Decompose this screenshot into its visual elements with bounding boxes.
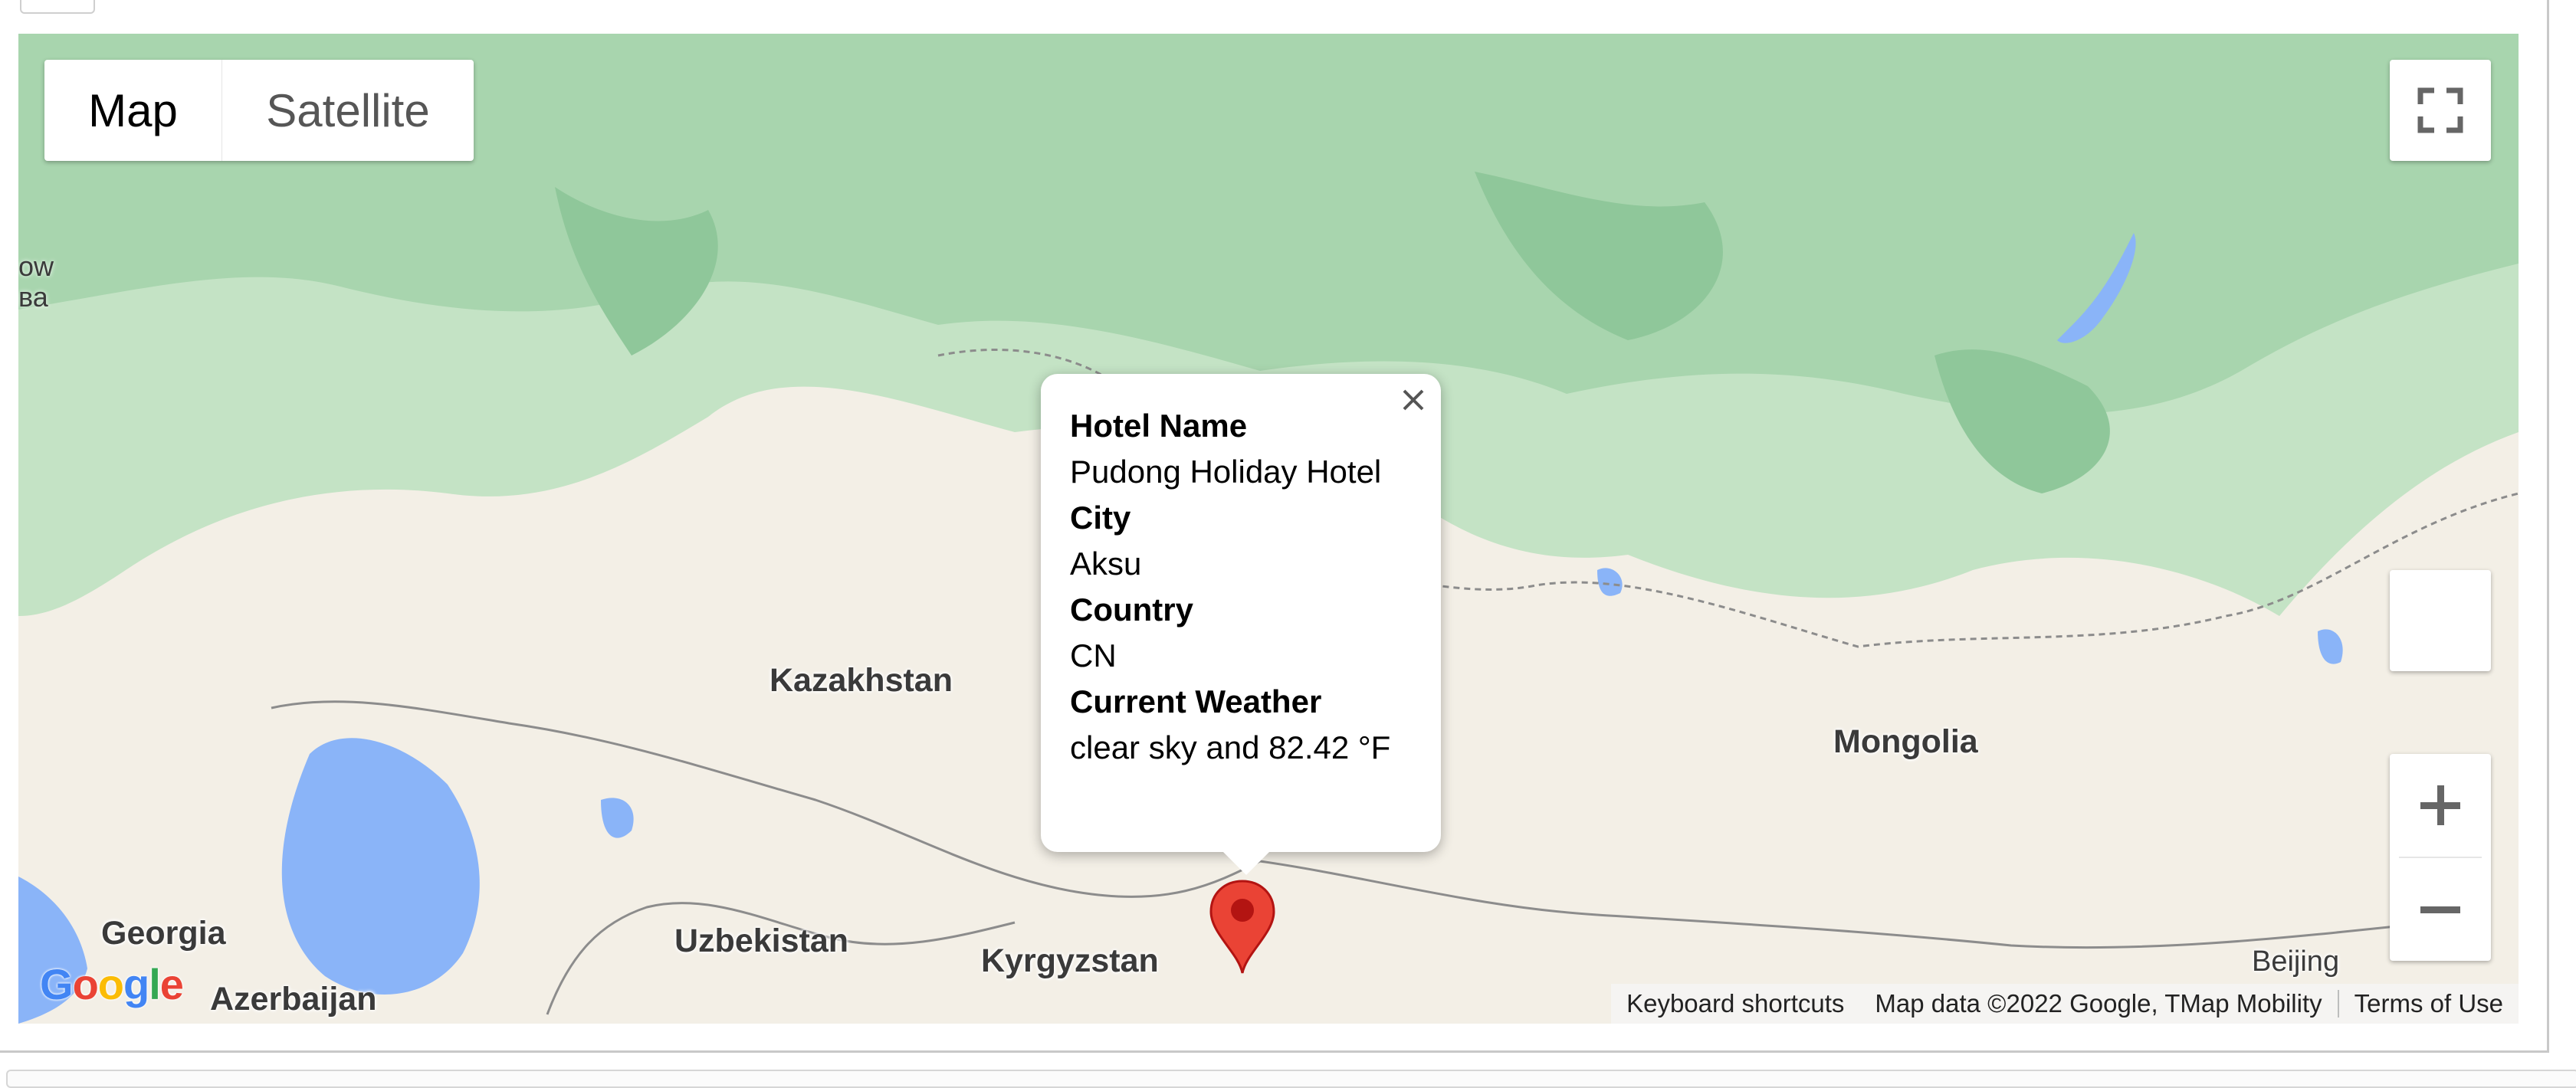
info-window-tail [1222,850,1271,875]
city-value: Aksu [1070,546,1142,582]
map-attribution-bar: Keyboard shortcuts Map data ©2022 Google… [1611,984,2519,1024]
plus-icon [2420,785,2460,825]
label-georgia: Georgia [101,915,226,952]
label-kyrgyzstan: Kyrgyzstan [981,942,1159,979]
hotel-name-value: Pudong Holiday Hotel [1070,454,1382,490]
weather-value: clear sky and 82.42 °F [1070,729,1391,765]
label-edge-top: ow [18,251,54,282]
terms-of-use-link[interactable]: Terms of Use [2339,989,2519,1018]
google-logo: Google [40,960,184,1008]
zoom-in-button[interactable] [2390,754,2491,857]
bottom-panel [6,1070,2576,1088]
map-type-satellite-button[interactable]: Satellite [222,60,474,161]
label-kazakhstan: Kazakhstan [770,662,953,699]
hotel-info-window: Hotel Name Pudong Holiday Hotel City Aks… [1041,374,1441,875]
zoom-out-button[interactable] [2390,858,2491,961]
country-label: Country [1070,592,1193,628]
map-data-text: Map data ©2022 Google, TMap Mobility [1875,989,2322,1018]
label-azerbaijan: Azerbaijan [210,981,377,1018]
map-type-map-button[interactable]: Map [44,60,222,161]
hotel-marker[interactable] [1208,878,1277,975]
close-icon [1403,389,1424,411]
minus-icon [2420,906,2460,913]
map-canvas[interactable]: Kazakhstan Mongolia Georgia Uzbekistan K… [18,34,2519,1024]
label-uzbekistan: Uzbekistan [674,923,849,959]
weather-label: Current Weather [1070,683,1322,719]
info-window-close-button[interactable] [1395,382,1432,418]
fullscreen-button[interactable] [2390,60,2491,161]
fullscreen-icon [2417,87,2463,133]
city-label: City [1070,500,1131,536]
map-type-control: Map Satellite [44,60,474,161]
label-mongolia: Mongolia [1833,723,1978,760]
country-value: CN [1070,637,1117,673]
zoom-control [2390,754,2491,961]
label-edge-bottom: ва [18,281,48,313]
hotel-name-label: Hotel Name [1070,408,1248,444]
map-pin-icon [1209,880,1275,974]
blank-control-button[interactable] [2390,570,2491,671]
keyboard-shortcuts-link[interactable]: Keyboard shortcuts [1611,989,1859,1018]
label-beijing: Beijing [2252,945,2340,978]
